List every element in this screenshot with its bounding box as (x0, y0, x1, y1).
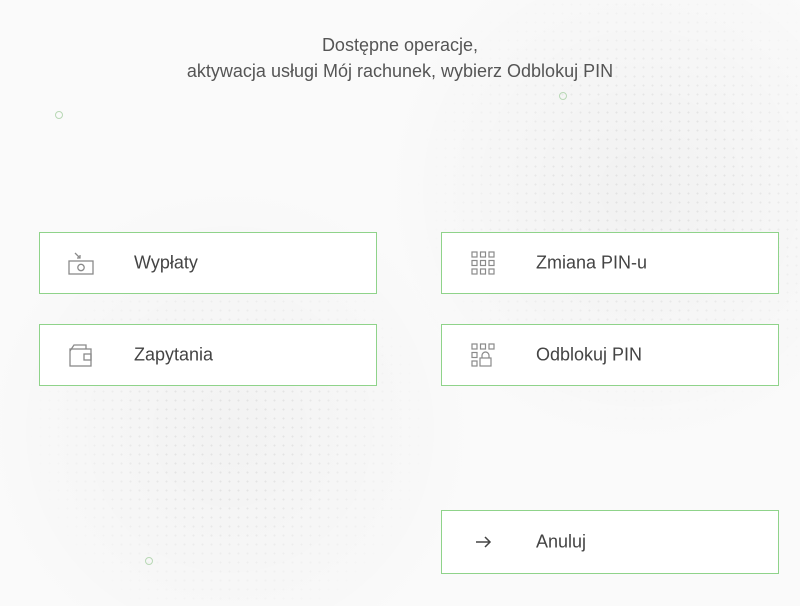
decorative-dot (55, 111, 63, 119)
withdrawals-label: Wypłaty (134, 252, 198, 273)
cancel-label: Anuluj (536, 531, 587, 552)
decorative-dot (559, 92, 567, 100)
keypad-icon (468, 248, 498, 278)
page-title: Dostępne operacje, aktywacja usługi Mój … (0, 32, 800, 84)
arrow-right-icon (468, 527, 498, 557)
cash-withdrawal-icon (66, 248, 96, 278)
cancel-button[interactable]: Anuluj (441, 510, 779, 574)
keypad-lock-icon (468, 340, 498, 370)
unblock-pin-button[interactable]: Odblokuj PIN (441, 324, 779, 386)
decorative-dot (145, 557, 153, 565)
change-pin-button[interactable]: Zmiana PIN-u (441, 232, 779, 294)
inquiries-button[interactable]: Zapytania (39, 324, 377, 386)
title-line-1: Dostępne operacje, (321, 35, 479, 55)
withdrawals-button[interactable]: Wypłaty (39, 232, 377, 294)
change-pin-label: Zmiana PIN-u (536, 252, 648, 273)
atm-screen: Dostępne operacje, aktywacja usługi Mój … (0, 0, 800, 606)
inquiries-label: Zapytania (134, 344, 214, 365)
title-line-2: aktywacja usługi Mój rachunek, wybierz O… (186, 61, 614, 81)
wallet-icon (66, 340, 96, 370)
unblock-pin-label: Odblokuj PIN (536, 344, 643, 365)
